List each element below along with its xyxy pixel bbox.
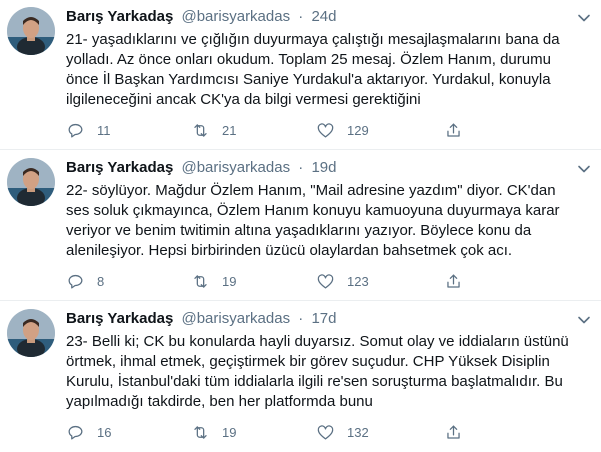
tweet[interactable]: Barış Yarkadaş @barisyarkadas · 19d 22- … — [0, 151, 601, 300]
retweet-button[interactable]: 19 — [191, 422, 236, 442]
tweet-timeline: Barış Yarkadaş @barisyarkadas · 24d 21- … — [0, 0, 601, 452]
share-icon — [447, 425, 460, 439]
retweet-icon — [194, 425, 207, 439]
like-button[interactable]: 132 — [316, 422, 369, 442]
reply-icon — [68, 425, 83, 439]
author-name[interactable]: Barış Yarkadaş — [66, 159, 173, 176]
tweet-text: 23- Belli ki; CK bu konularda hayli duya… — [66, 333, 569, 410]
share-button[interactable] — [444, 271, 463, 291]
chevron-down-icon[interactable] — [575, 160, 593, 178]
tweet-divider — [0, 149, 601, 150]
reply-icon — [68, 123, 83, 137]
tweet-header: Barış Yarkadaş @barisyarkadas · 17d — [66, 309, 336, 329]
author-handle[interactable]: @barisyarkadas — [181, 310, 290, 327]
retweet-count: 19 — [222, 273, 237, 289]
reply-count: 16 — [97, 424, 112, 440]
tweet-header: Barış Yarkadaş @barisyarkadas · 24d — [66, 7, 336, 27]
author-handle[interactable]: @barisyarkadas — [181, 8, 290, 25]
tweet-actions: 11 21 129 — [66, 120, 566, 140]
tweet-divider — [0, 300, 601, 301]
tweet-actions: 16 19 132 — [66, 422, 566, 442]
tweet-timestamp[interactable]: 24d — [311, 8, 336, 25]
chevron-down-icon[interactable] — [575, 311, 593, 329]
share-icon — [447, 274, 460, 288]
tweet[interactable]: Barış Yarkadaş @barisyarkadas · 17d 23- … — [0, 302, 601, 451]
separator-dot: · — [298, 8, 304, 25]
tweet-timestamp[interactable]: 19d — [311, 159, 336, 176]
reply-button[interactable]: 8 — [66, 271, 104, 291]
retweet-icon — [194, 123, 207, 137]
tweet-timestamp[interactable]: 17d — [311, 310, 336, 327]
reply-button[interactable]: 16 — [66, 422, 111, 442]
share-button[interactable] — [444, 422, 463, 442]
separator-dot: · — [298, 310, 304, 327]
reply-count: 8 — [97, 273, 105, 289]
like-count: 132 — [347, 424, 369, 440]
reply-button[interactable]: 11 — [66, 120, 111, 140]
retweet-button[interactable]: 21 — [191, 120, 236, 140]
author-name[interactable]: Barış Yarkadaş — [66, 8, 173, 25]
chevron-down-icon[interactable] — [575, 9, 593, 27]
retweet-count: 19 — [222, 424, 237, 440]
tweet-actions: 8 19 123 — [66, 271, 566, 291]
like-count: 129 — [347, 122, 369, 138]
share-button[interactable] — [444, 120, 463, 140]
like-icon — [317, 424, 334, 439]
retweet-icon — [194, 274, 207, 288]
separator-dot: · — [298, 159, 304, 176]
reply-count: 11 — [97, 122, 111, 138]
avatar[interactable] — [7, 309, 55, 357]
reply-icon — [68, 274, 83, 288]
like-button[interactable]: 129 — [316, 120, 369, 140]
share-icon — [447, 123, 460, 137]
like-button[interactable]: 123 — [316, 271, 369, 291]
tweet-header: Barış Yarkadaş @barisyarkadas · 19d — [66, 158, 336, 178]
retweet-button[interactable]: 19 — [191, 271, 236, 291]
tweet-text: 22- söylüyor. Mağdur Özlem Hanım, "Mail … — [66, 182, 560, 259]
avatar[interactable] — [7, 158, 55, 206]
avatar[interactable] — [7, 7, 55, 55]
like-count: 123 — [347, 273, 369, 289]
tweet[interactable]: Barış Yarkadaş @barisyarkadas · 24d 21- … — [0, 0, 601, 149]
tweet-text: 21- yaşadıklarını ve çığlığın duyurmaya … — [66, 31, 560, 108]
author-handle[interactable]: @barisyarkadas — [181, 159, 290, 176]
retweet-count: 21 — [222, 122, 237, 138]
like-icon — [317, 273, 334, 288]
like-icon — [317, 122, 334, 137]
author-name[interactable]: Barış Yarkadaş — [66, 310, 173, 327]
